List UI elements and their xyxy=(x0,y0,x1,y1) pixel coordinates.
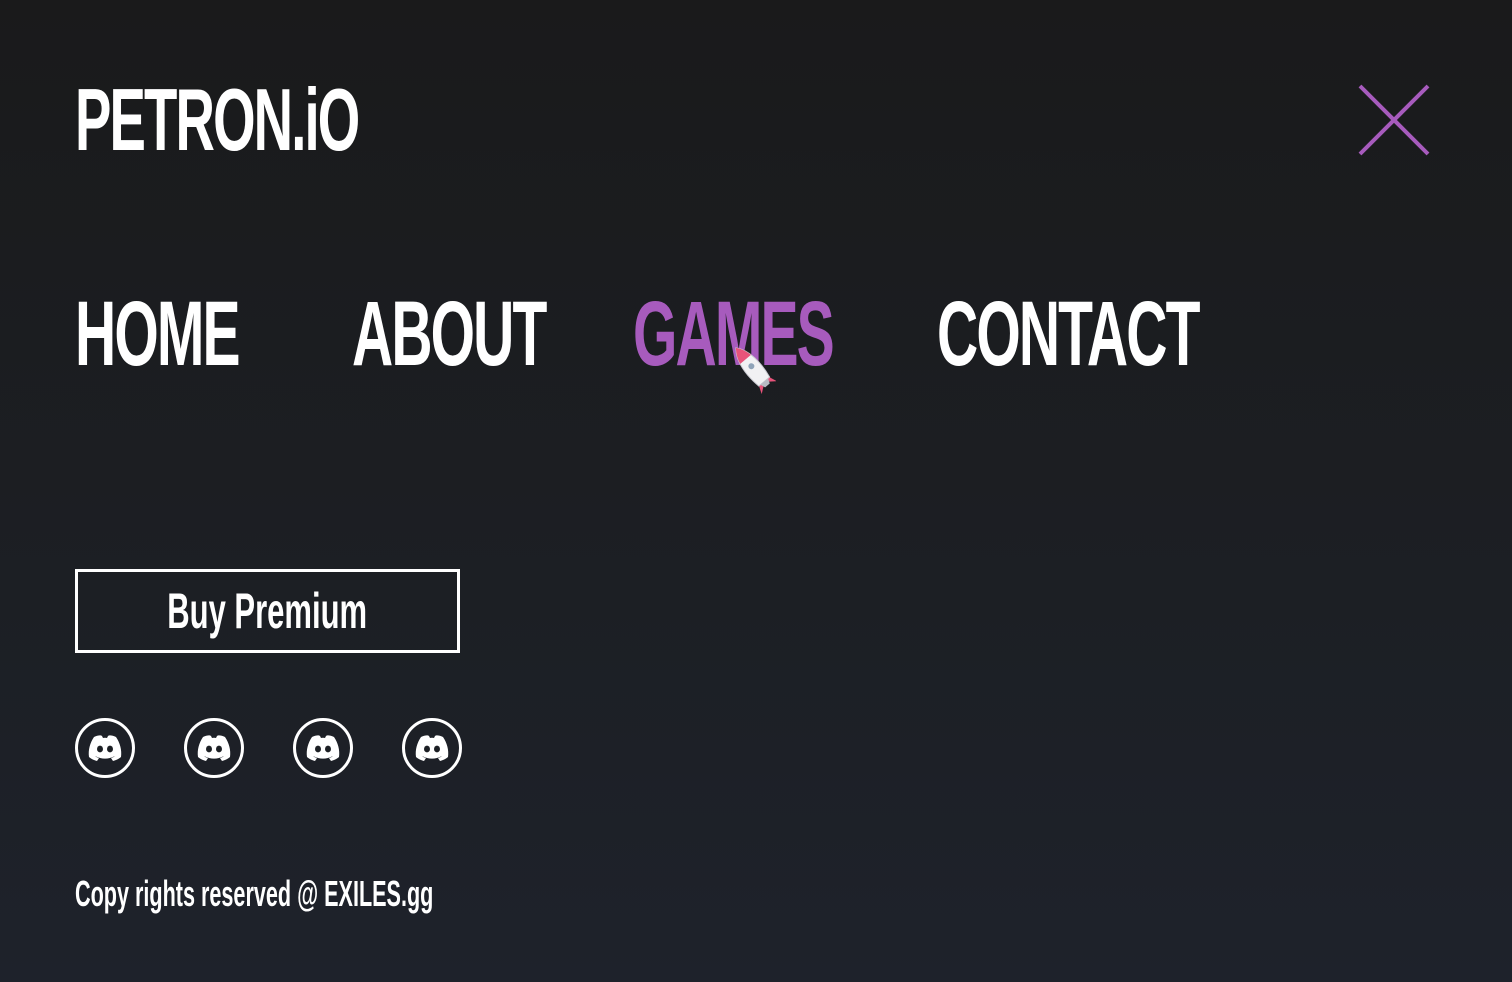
site-logo[interactable]: PETRON.iO xyxy=(75,72,360,168)
discord-icon xyxy=(415,735,449,761)
social-link-discord-4[interactable] xyxy=(402,718,462,778)
close-menu-button[interactable] xyxy=(1356,82,1432,158)
main-nav: HOME ABOUT GAMES CONTACT xyxy=(75,286,1275,382)
nav-item-home[interactable]: HOME xyxy=(75,286,241,382)
buy-premium-label: Buy Premium xyxy=(167,583,368,639)
social-link-discord-2[interactable] xyxy=(184,718,244,778)
close-icon xyxy=(1358,84,1430,156)
nav-item-contact[interactable]: CONTACT xyxy=(937,286,1200,382)
nav-item-games[interactable]: GAMES xyxy=(633,286,835,382)
social-link-discord-1[interactable] xyxy=(75,718,135,778)
buy-premium-button[interactable]: Buy Premium xyxy=(75,569,460,653)
copyright-text: Copy rights reserved @ EXILES.gg xyxy=(75,873,434,914)
discord-icon xyxy=(88,735,122,761)
discord-icon xyxy=(306,735,340,761)
social-links xyxy=(75,718,475,778)
discord-icon xyxy=(197,735,231,761)
nav-item-about[interactable]: ABOUT xyxy=(352,286,547,382)
social-link-discord-3[interactable] xyxy=(293,718,353,778)
